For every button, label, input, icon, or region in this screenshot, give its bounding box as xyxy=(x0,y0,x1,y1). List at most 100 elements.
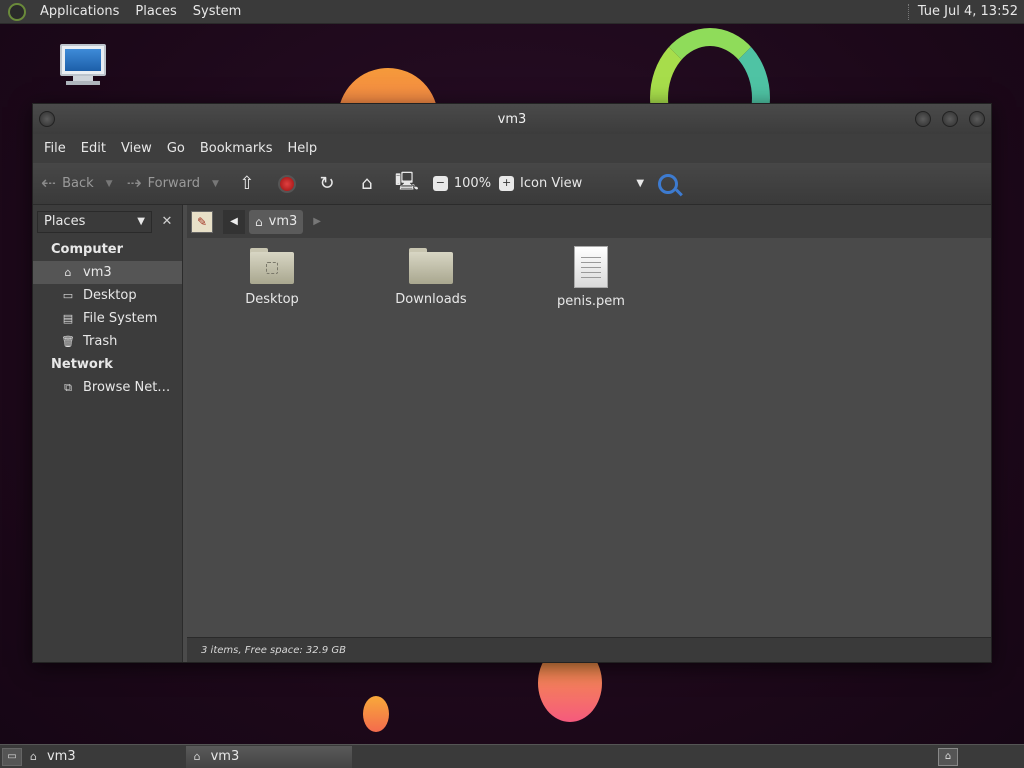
back-button[interactable]: ⇠ Back xyxy=(41,173,94,194)
file-label: Desktop xyxy=(245,292,299,307)
back-history-dropdown[interactable]: ▼ xyxy=(106,179,113,189)
menu-edit[interactable]: Edit xyxy=(76,141,116,156)
forward-button[interactable]: ⇢ Forward xyxy=(127,173,200,194)
sidebar-item-browse-network[interactable]: ⧉ Browse Net… xyxy=(33,376,182,399)
computer-button[interactable]: 🖳 xyxy=(393,170,421,198)
chevron-left-icon: ◀ xyxy=(230,216,238,227)
sidebar-header: Places ▼ ✕ xyxy=(33,205,182,238)
distro-logo-icon[interactable] xyxy=(8,2,26,21)
taskbar-item-active[interactable]: ⌂ vm3 xyxy=(185,745,352,768)
menu-help[interactable]: Help xyxy=(282,141,327,156)
forward-history-dropdown[interactable]: ▼ xyxy=(212,179,219,189)
home-button[interactable]: ⌂ xyxy=(353,170,381,198)
sidebar-item-label: File System xyxy=(83,311,158,326)
trash-icon: 🗑 xyxy=(61,334,75,348)
chevron-right-icon[interactable]: ▶ xyxy=(313,216,321,227)
window-body: Places ▼ ✕ Computer ⌂ vm3 ▭ Desktop ▤ Fi… xyxy=(33,205,991,662)
menu-bookmarks[interactable]: Bookmarks xyxy=(195,141,283,156)
sidebar-item-file-system[interactable]: ▤ File System xyxy=(33,307,182,330)
network-icon: ⧉ xyxy=(64,380,72,394)
sidebar-item-trash[interactable]: 🗑 Trash xyxy=(33,330,182,353)
menu-view[interactable]: View xyxy=(116,141,162,156)
reload-button[interactable]: ↻ xyxy=(313,170,341,198)
taskbar-item-label: vm3 xyxy=(210,749,240,764)
panel-separator xyxy=(907,3,910,20)
reload-icon: ↻ xyxy=(319,173,335,194)
file-item-desktop[interactable]: Desktop xyxy=(217,246,327,307)
minimize-button[interactable] xyxy=(915,111,931,127)
taskbar-item[interactable]: ⌂ vm3 xyxy=(22,746,84,768)
top-panel: Applications Places System Tue Jul 4, 13… xyxy=(0,0,1024,24)
window-menu-button[interactable] xyxy=(39,111,55,127)
view-mode-select[interactable]: Icon View ▼ xyxy=(520,176,644,191)
icon-grid: Desktop Downloads penis.pem xyxy=(187,238,991,630)
computer-desktop-icon[interactable] xyxy=(60,44,116,100)
stop-button[interactable] xyxy=(273,170,301,198)
workspace-switcher-icon[interactable]: ⌂ xyxy=(938,747,958,766)
forward-label: Forward xyxy=(147,176,200,191)
close-button[interactable] xyxy=(969,111,985,127)
sidebar-item-label: vm3 xyxy=(83,265,112,280)
chevron-down-icon: ▼ xyxy=(636,178,645,189)
status-text: 3 items, Free space: 32.9 GB xyxy=(201,644,346,656)
path-bar: ✎ ◀ ⌂ vm3 ▶ xyxy=(187,205,991,238)
menu-file[interactable]: File xyxy=(39,141,76,156)
document-icon xyxy=(574,246,608,288)
menubar: File Edit View Go Bookmarks Help xyxy=(33,134,991,163)
breadcrumb-label: vm3 xyxy=(268,214,298,229)
file-item-downloads[interactable]: Downloads xyxy=(376,246,486,307)
close-icon: ✕ xyxy=(161,214,173,229)
sidebar-item-desktop[interactable]: ▭ Desktop xyxy=(33,284,182,307)
back-label: Back xyxy=(62,176,94,191)
forward-arrow-icon: ⇢ xyxy=(126,173,142,194)
window-titlebar[interactable]: vm3 xyxy=(33,104,991,134)
applications-menu[interactable]: Applications xyxy=(32,4,127,19)
zoom-level[interactable]: 100% xyxy=(454,176,491,191)
window-title: vm3 xyxy=(497,111,527,127)
menu-go[interactable]: Go xyxy=(162,141,195,156)
file-manager-window: vm3 File Edit View Go Bookmarks Help ⇠ B… xyxy=(32,103,992,663)
system-menu[interactable]: System xyxy=(185,4,249,19)
file-label: Downloads xyxy=(395,292,467,307)
back-arrow-icon: ⇠ xyxy=(41,173,57,194)
clock[interactable]: Tue Jul 4, 13:52 xyxy=(918,4,1024,19)
toolbar: ⇠ Back ▼ ⇢ Forward ▼ ⇧ ↻ ⌂ 🖳 − 100% + Ic… xyxy=(33,163,991,205)
file-view: ✎ ◀ ⌂ vm3 ▶ Desktop Downloads penis.pem … xyxy=(187,205,991,662)
show-desktop-button[interactable]: ▭ xyxy=(2,747,22,766)
up-arrow-icon: ⇧ xyxy=(239,173,255,194)
home-icon: ⌂ xyxy=(193,750,201,763)
file-label: penis.pem xyxy=(557,294,625,309)
zoom-in-button[interactable]: + xyxy=(499,176,515,191)
close-sidebar-button[interactable]: ✕ xyxy=(157,212,177,232)
up-button[interactable]: ⇧ xyxy=(233,170,261,198)
edit-icon: ✎ xyxy=(196,214,208,229)
file-item-penis-pem[interactable]: penis.pem xyxy=(536,246,646,309)
search-icon[interactable] xyxy=(658,173,679,194)
sidebar-heading-computer: Computer xyxy=(51,242,124,257)
desktop-icon: ▭ xyxy=(7,751,17,762)
decor-small-circle xyxy=(363,696,389,732)
sidebar: Places ▼ ✕ Computer ⌂ vm3 ▭ Desktop ▤ Fi… xyxy=(33,205,183,662)
bottom-panel: ▭ ⌂ vm3 ⌂ vm3 ⌂ xyxy=(0,744,1024,768)
view-mode-label: Icon View xyxy=(520,176,583,191)
location-edit-toggle[interactable]: ✎ xyxy=(191,210,213,233)
chevron-down-icon: ▼ xyxy=(137,216,145,227)
home-icon: ⌂ xyxy=(361,173,373,194)
zoom-out-button[interactable]: − xyxy=(432,176,448,191)
home-icon: ⌂ xyxy=(64,265,72,279)
sidebar-item-label: Trash xyxy=(83,334,118,349)
folder-icon xyxy=(250,246,294,286)
sidebar-item-vm3[interactable]: ⌂ vm3 xyxy=(33,261,182,284)
sidebar-type-select[interactable]: Places ▼ xyxy=(37,210,152,233)
home-icon: ⌂ xyxy=(30,750,37,763)
maximize-button[interactable] xyxy=(942,111,958,127)
drive-icon: ▤ xyxy=(62,311,74,325)
desktop-icon: ▭ xyxy=(62,288,74,302)
status-bar: 3 items, Free space: 32.9 GB xyxy=(187,637,991,662)
taskbar-item-label: vm3 xyxy=(46,749,76,764)
stop-icon xyxy=(277,174,296,193)
path-scroll-left-button[interactable]: ◀ xyxy=(223,209,245,234)
sidebar-heading-network: Network xyxy=(51,357,113,372)
breadcrumb-vm3[interactable]: ⌂ vm3 xyxy=(249,209,304,234)
places-menu[interactable]: Places xyxy=(127,4,184,19)
